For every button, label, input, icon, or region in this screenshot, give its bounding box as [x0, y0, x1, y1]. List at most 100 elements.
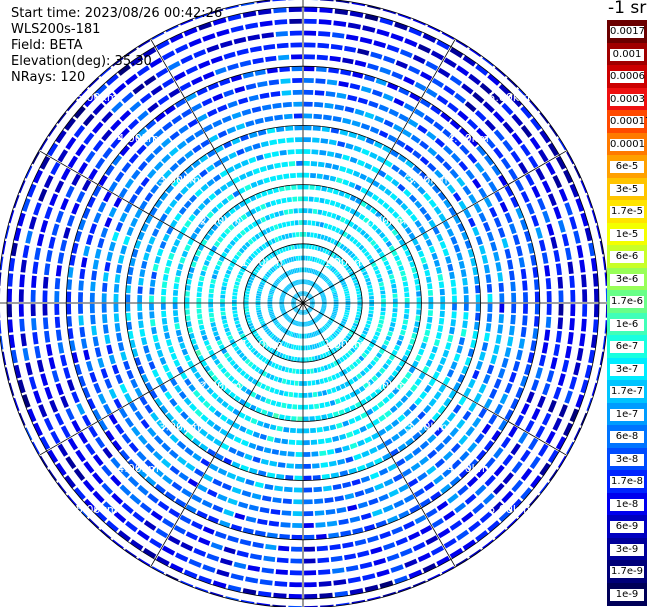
- range-bin: [316, 545, 329, 552]
- range-bin: [368, 295, 374, 300]
- range-bin: [286, 197, 292, 203]
- range-bin: [281, 402, 287, 409]
- range-bin: [137, 286, 143, 294]
- range-bin: [487, 303, 493, 313]
- range-bin: [291, 534, 303, 540]
- range-bin: [304, 558, 316, 564]
- range-ring-label: 1.00km: [323, 338, 365, 351]
- range-bin: [7, 288, 13, 302]
- range-bin: [558, 290, 564, 302]
- range-bin: [300, 345, 303, 351]
- range-bin: [54, 316, 61, 329]
- range-bin: [90, 281, 96, 292]
- range-bin: [320, 462, 329, 468]
- range-ring-label: 1.00km: [323, 256, 365, 269]
- range-bin: [392, 293, 398, 298]
- range-bin: [298, 220, 303, 225]
- range-bin: [416, 291, 422, 297]
- range-bin: [303, 546, 316, 552]
- range-bin: [290, 546, 303, 552]
- range-bin: [303, 522, 314, 528]
- range-bin: [314, 403, 320, 409]
- colorbar-tick-label: 1.7e-5: [610, 206, 644, 218]
- range-bin: [137, 303, 143, 312]
- range-bin: [345, 300, 351, 303]
- range-bin: [101, 303, 107, 313]
- range-bin: [291, 416, 297, 422]
- range-bin: [303, 113, 313, 119]
- range-bin: [380, 294, 386, 299]
- range-bin: [303, 137, 312, 143]
- range-bin: [113, 303, 119, 313]
- range-ring-label: 5.00km: [76, 91, 118, 104]
- range-bin: [78, 280, 84, 291]
- range-bin: [290, 380, 295, 386]
- range-bin: [357, 303, 363, 306]
- range-bin: [296, 160, 303, 166]
- range-bin: [243, 303, 249, 306]
- range-bin: [303, 160, 310, 166]
- colorbar-tick-label: 1e-7: [610, 408, 644, 421]
- range-bin: [440, 303, 446, 310]
- range-bin: [113, 293, 119, 303]
- range-bin: [197, 314, 203, 320]
- range-bin: [184, 303, 190, 309]
- range-bin: [292, 522, 303, 528]
- range-bin: [303, 231, 307, 237]
- range-bin: [299, 369, 303, 375]
- range-bin: [184, 291, 190, 297]
- range-bin: [299, 231, 303, 237]
- range-bin: [570, 289, 576, 302]
- range-ring-label: 3.00km: [159, 173, 201, 186]
- range-bin: [289, 30, 302, 36]
- range-bin: [357, 300, 363, 303]
- range-ring-label: 2.00km: [365, 215, 407, 228]
- range-bin: [283, 113, 293, 120]
- range-bin: [297, 416, 303, 422]
- range-bin: [318, 31, 331, 37]
- range-bin: [303, 89, 314, 95]
- range-bin: [311, 380, 316, 386]
- range-bin: [317, 42, 330, 49]
- start-time-label: Start time: 2023/08/26 00:42:26: [11, 6, 223, 21]
- colorbar-tick-label: 1e-6: [610, 318, 644, 331]
- range-ring-label: 1.00km: [241, 256, 283, 269]
- range-bin: [293, 392, 298, 398]
- range-bin: [276, 42, 289, 49]
- range-bin: [498, 314, 504, 324]
- range-bin: [160, 303, 166, 310]
- range-bin: [297, 357, 300, 363]
- colorbar-tick-label: 3e-7: [610, 363, 644, 376]
- range-bin: [438, 281, 445, 289]
- range-bin: [303, 452, 311, 457]
- range-bin: [289, 172, 296, 179]
- range-bin: [208, 293, 214, 298]
- range-bin: [392, 303, 398, 308]
- nrays-label: NRays: 120: [11, 70, 86, 85]
- range-bin: [255, 303, 261, 306]
- range-bin: [380, 307, 386, 312]
- range-bin: [313, 113, 323, 120]
- range-bin: [439, 310, 445, 318]
- range-bin: [303, 149, 311, 154]
- colorbar-tick-label: 0.001: [610, 48, 644, 61]
- range-bin: [220, 307, 226, 312]
- range-bin: [303, 125, 312, 131]
- range-bin: [172, 296, 178, 303]
- range-bin: [292, 196, 298, 202]
- range-bin: [161, 317, 168, 325]
- range-bin: [281, 161, 289, 168]
- colorbar-title: -1 sr: [608, 0, 647, 18]
- range-bin: [427, 283, 433, 290]
- range-bin: [300, 243, 303, 249]
- range-bin: [303, 208, 308, 214]
- range-ring-label: 2.00km: [200, 215, 242, 228]
- range-bin: [438, 317, 445, 325]
- range-bin: [54, 277, 61, 290]
- range-bin: [293, 499, 303, 505]
- range-bin: [303, 54, 316, 60]
- range-bin: [161, 281, 168, 289]
- range-bin: [463, 303, 469, 312]
- range-ring-label: 3.00km: [406, 173, 448, 186]
- range-bin: [196, 297, 202, 303]
